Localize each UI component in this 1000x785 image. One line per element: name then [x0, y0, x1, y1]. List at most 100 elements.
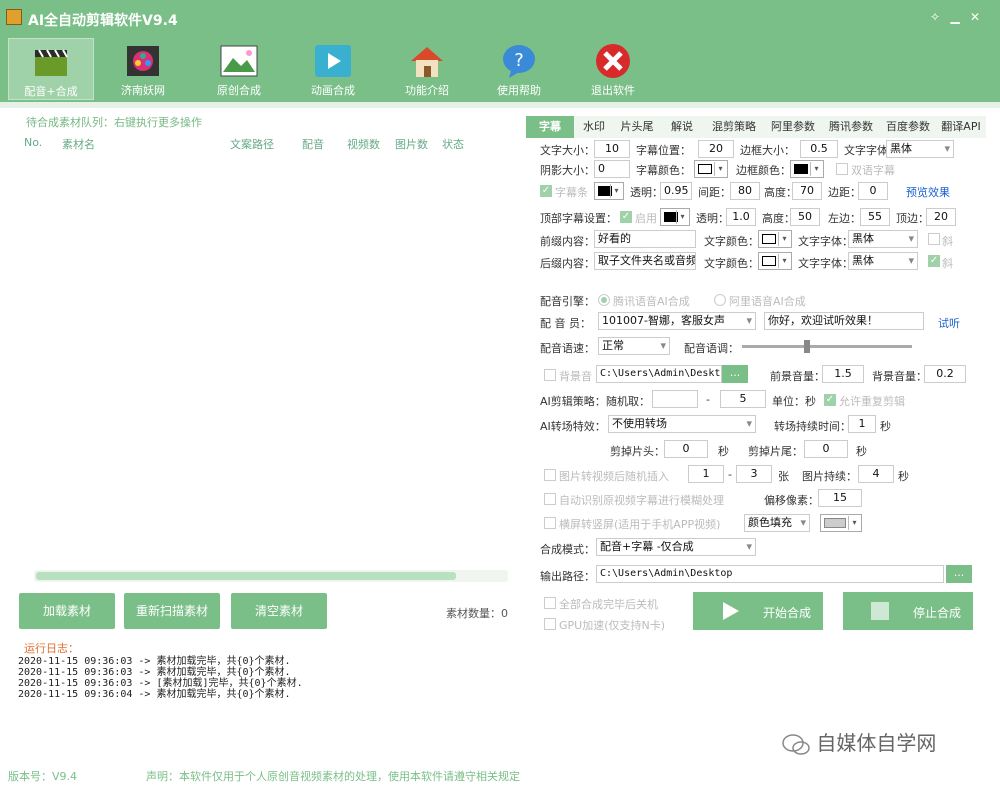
column-header[interactable]: 配音: [302, 136, 324, 152]
tab-subtitle[interactable]: 字幕: [526, 116, 574, 138]
border-size-input[interactable]: 0.5: [800, 140, 838, 158]
transition-select[interactable]: 不使用转场: [608, 415, 756, 433]
subtitle-position-input[interactable]: 20: [698, 140, 734, 158]
suffix-input[interactable]: 取子文件夹名或音频: [594, 252, 696, 270]
top-edge-input[interactable]: 20: [926, 208, 956, 226]
clapperboard-icon: [31, 43, 71, 81]
top-height-input[interactable]: 50: [790, 208, 820, 226]
random-from-input[interactable]: [652, 390, 698, 408]
settings-icon[interactable]: ✧: [928, 10, 942, 24]
allow-repeat-checkbox[interactable]: ✓: [824, 394, 836, 406]
bg-volume-input[interactable]: 0.2: [924, 365, 966, 383]
version-label: 版本号：V9.4: [8, 770, 78, 783]
test-text-input[interactable]: 你好，欢迎试听效果！: [764, 312, 924, 330]
tab-watermark[interactable]: 水印: [576, 116, 612, 138]
suffix-font-select[interactable]: 黑体: [848, 252, 918, 270]
top-color-picker[interactable]: ▾: [660, 208, 690, 226]
top-enable-checkbox[interactable]: ✓: [620, 211, 632, 223]
prefix-color-picker[interactable]: ▾: [758, 230, 792, 248]
engine-tencent-radio[interactable]: [598, 294, 610, 306]
shadow-size-input[interactable]: 0: [594, 160, 630, 178]
toolbar-exit[interactable]: 退出软件: [570, 38, 656, 100]
image-from-input[interactable]: 1: [688, 465, 724, 483]
column-header[interactable]: 视频数: [347, 136, 380, 152]
bar-height-input[interactable]: 70: [792, 182, 822, 200]
compose-mode-select[interactable]: 配音+字幕 -仅合成: [596, 538, 756, 556]
trim-tail-input[interactable]: 0: [804, 440, 848, 458]
clear-material-button[interactable]: 清空素材: [231, 593, 327, 629]
top-left-input[interactable]: 55: [860, 208, 890, 226]
shutdown-checkbox[interactable]: [544, 597, 556, 609]
portrait-checkbox[interactable]: [544, 517, 556, 529]
toolbar-original[interactable]: 原创合成: [196, 38, 282, 100]
trim-head-input[interactable]: 0: [664, 440, 708, 458]
voice-speed-select[interactable]: 正常: [598, 337, 670, 355]
column-header[interactable]: 文案路径: [230, 136, 274, 152]
fill-mode-select[interactable]: 颜色填充: [744, 514, 810, 532]
tab-mix-strategy[interactable]: 混剪策略: [704, 116, 764, 138]
font-size-input[interactable]: 10: [594, 140, 630, 158]
slider-knob[interactable]: [804, 340, 810, 353]
toolbar-voice-compose[interactable]: 配音+合成: [8, 38, 94, 100]
load-material-button[interactable]: 加载素材: [19, 593, 115, 629]
prefix-italic-checkbox[interactable]: [928, 233, 940, 245]
horizontal-scrollbar[interactable]: [34, 570, 508, 582]
toolbar-jinan[interactable]: 济南妖网: [100, 38, 186, 100]
suffix-color-picker[interactable]: ▾: [758, 252, 792, 270]
image-to-input[interactable]: 3: [736, 465, 772, 483]
suffix-italic-checkbox[interactable]: ✓: [928, 255, 940, 267]
bgm-path-input[interactable]: C:\Users\Admin\Desktop: [596, 365, 722, 383]
tab-baidu-params[interactable]: 百度参数: [880, 116, 936, 138]
voice-tone-slider[interactable]: [742, 340, 912, 353]
gpu-checkbox[interactable]: [544, 618, 556, 630]
toolbar-animation[interactable]: 动画合成: [290, 38, 376, 100]
bar-gap-input[interactable]: 80: [730, 182, 760, 200]
queue-table[interactable]: [22, 156, 506, 596]
engine-ali-radio[interactable]: [714, 294, 726, 306]
tab-narration[interactable]: 解说: [662, 116, 702, 138]
prefix-input[interactable]: 好看的: [594, 230, 696, 248]
column-header[interactable]: 图片数: [395, 136, 428, 152]
tab-translate-api[interactable]: 翻译API: [936, 116, 986, 138]
transition-duration-input[interactable]: 1: [848, 415, 876, 433]
minimize-icon[interactable]: ▁: [948, 10, 962, 24]
speaker-select[interactable]: 101007-智娜，客服女声: [598, 312, 756, 330]
bgm-checkbox[interactable]: [544, 369, 556, 381]
top-opacity-input[interactable]: 1.0: [726, 208, 756, 226]
subtitle-bar-color-picker[interactable]: ▾: [594, 182, 624, 200]
random-to-input[interactable]: 5: [720, 390, 766, 408]
output-path-input[interactable]: C:\Users\Admin\Desktop: [596, 565, 944, 583]
stop-compose-button[interactable]: 停止合成: [843, 592, 973, 630]
bgm-browse-button[interactable]: ...: [722, 365, 748, 383]
output-browse-button[interactable]: ...: [946, 565, 972, 583]
subtitle-color-picker[interactable]: ▾: [694, 160, 728, 178]
close-icon[interactable]: ✕: [968, 10, 982, 24]
bar-margin-input[interactable]: 0: [858, 182, 888, 200]
tab-tencent-params[interactable]: 腾讯参数: [822, 116, 880, 138]
offset-pixels-input[interactable]: 15: [818, 489, 862, 507]
blur-subtitle-checkbox[interactable]: [544, 493, 556, 505]
font-family-select[interactable]: 黑体: [886, 140, 954, 158]
start-compose-button[interactable]: 开始合成: [693, 592, 823, 630]
rescan-material-button[interactable]: 重新扫描素材: [124, 593, 220, 629]
tab-ali-params[interactable]: 阿里参数: [764, 116, 822, 138]
column-header[interactable]: No.: [24, 136, 42, 149]
bar-opacity-input[interactable]: 0.95: [660, 182, 692, 200]
border-color-picker[interactable]: ▾: [790, 160, 824, 178]
column-header[interactable]: 素材名: [62, 136, 95, 152]
toolbar-help[interactable]: ? 使用帮助: [476, 38, 562, 100]
tab-intro-outro[interactable]: 片头尾: [614, 116, 660, 138]
bilingual-checkbox[interactable]: [836, 163, 848, 175]
toolbar-features[interactable]: 功能介绍: [384, 38, 470, 100]
column-header[interactable]: 状态: [442, 136, 464, 152]
fg-volume-input[interactable]: 1.5: [822, 365, 864, 383]
bgm-label: 背景音: [559, 370, 592, 383]
preview-link[interactable]: 预览效果: [906, 184, 950, 200]
prefix-font-select[interactable]: 黑体: [848, 230, 918, 248]
subtitle-bar-checkbox[interactable]: ✓: [540, 185, 552, 197]
image-insert-checkbox[interactable]: [544, 469, 556, 481]
fill-color-picker[interactable]: ▾: [820, 514, 862, 532]
scrollbar-thumb[interactable]: [36, 572, 456, 580]
image-duration-input[interactable]: 4: [858, 465, 894, 483]
try-listen-link[interactable]: 试听: [938, 315, 960, 331]
